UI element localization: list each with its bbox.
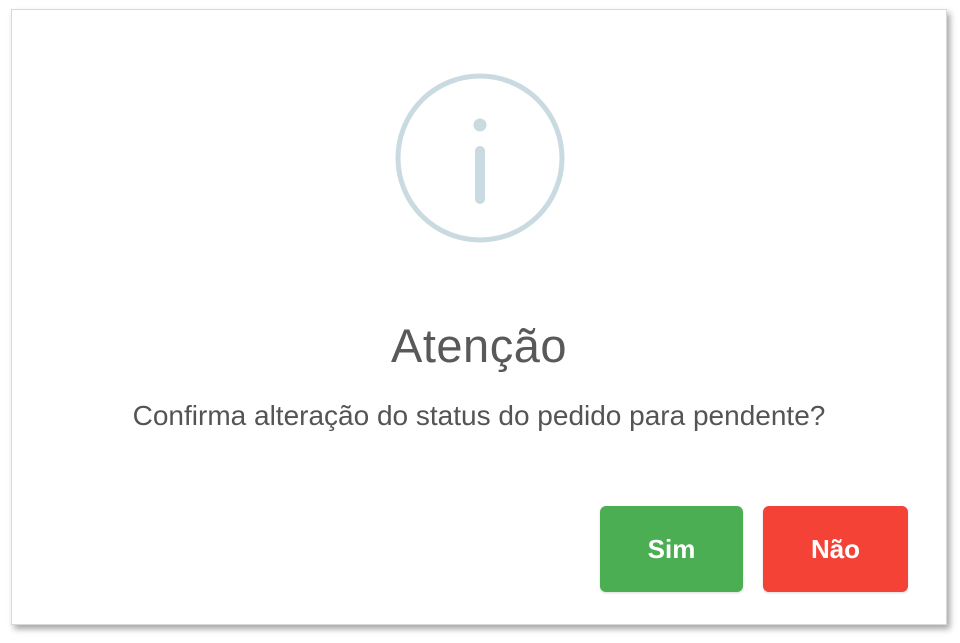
cancel-button[interactable]: Não (763, 506, 908, 592)
confirm-button[interactable]: Sim (600, 506, 743, 592)
dialog-message: Confirma alteração do status do pedido p… (132, 400, 826, 431)
confirm-dialog: Atenção Confirma alteração do status do … (11, 9, 947, 625)
dialog-title: Atenção (391, 319, 567, 372)
info-icon (395, 73, 565, 243)
